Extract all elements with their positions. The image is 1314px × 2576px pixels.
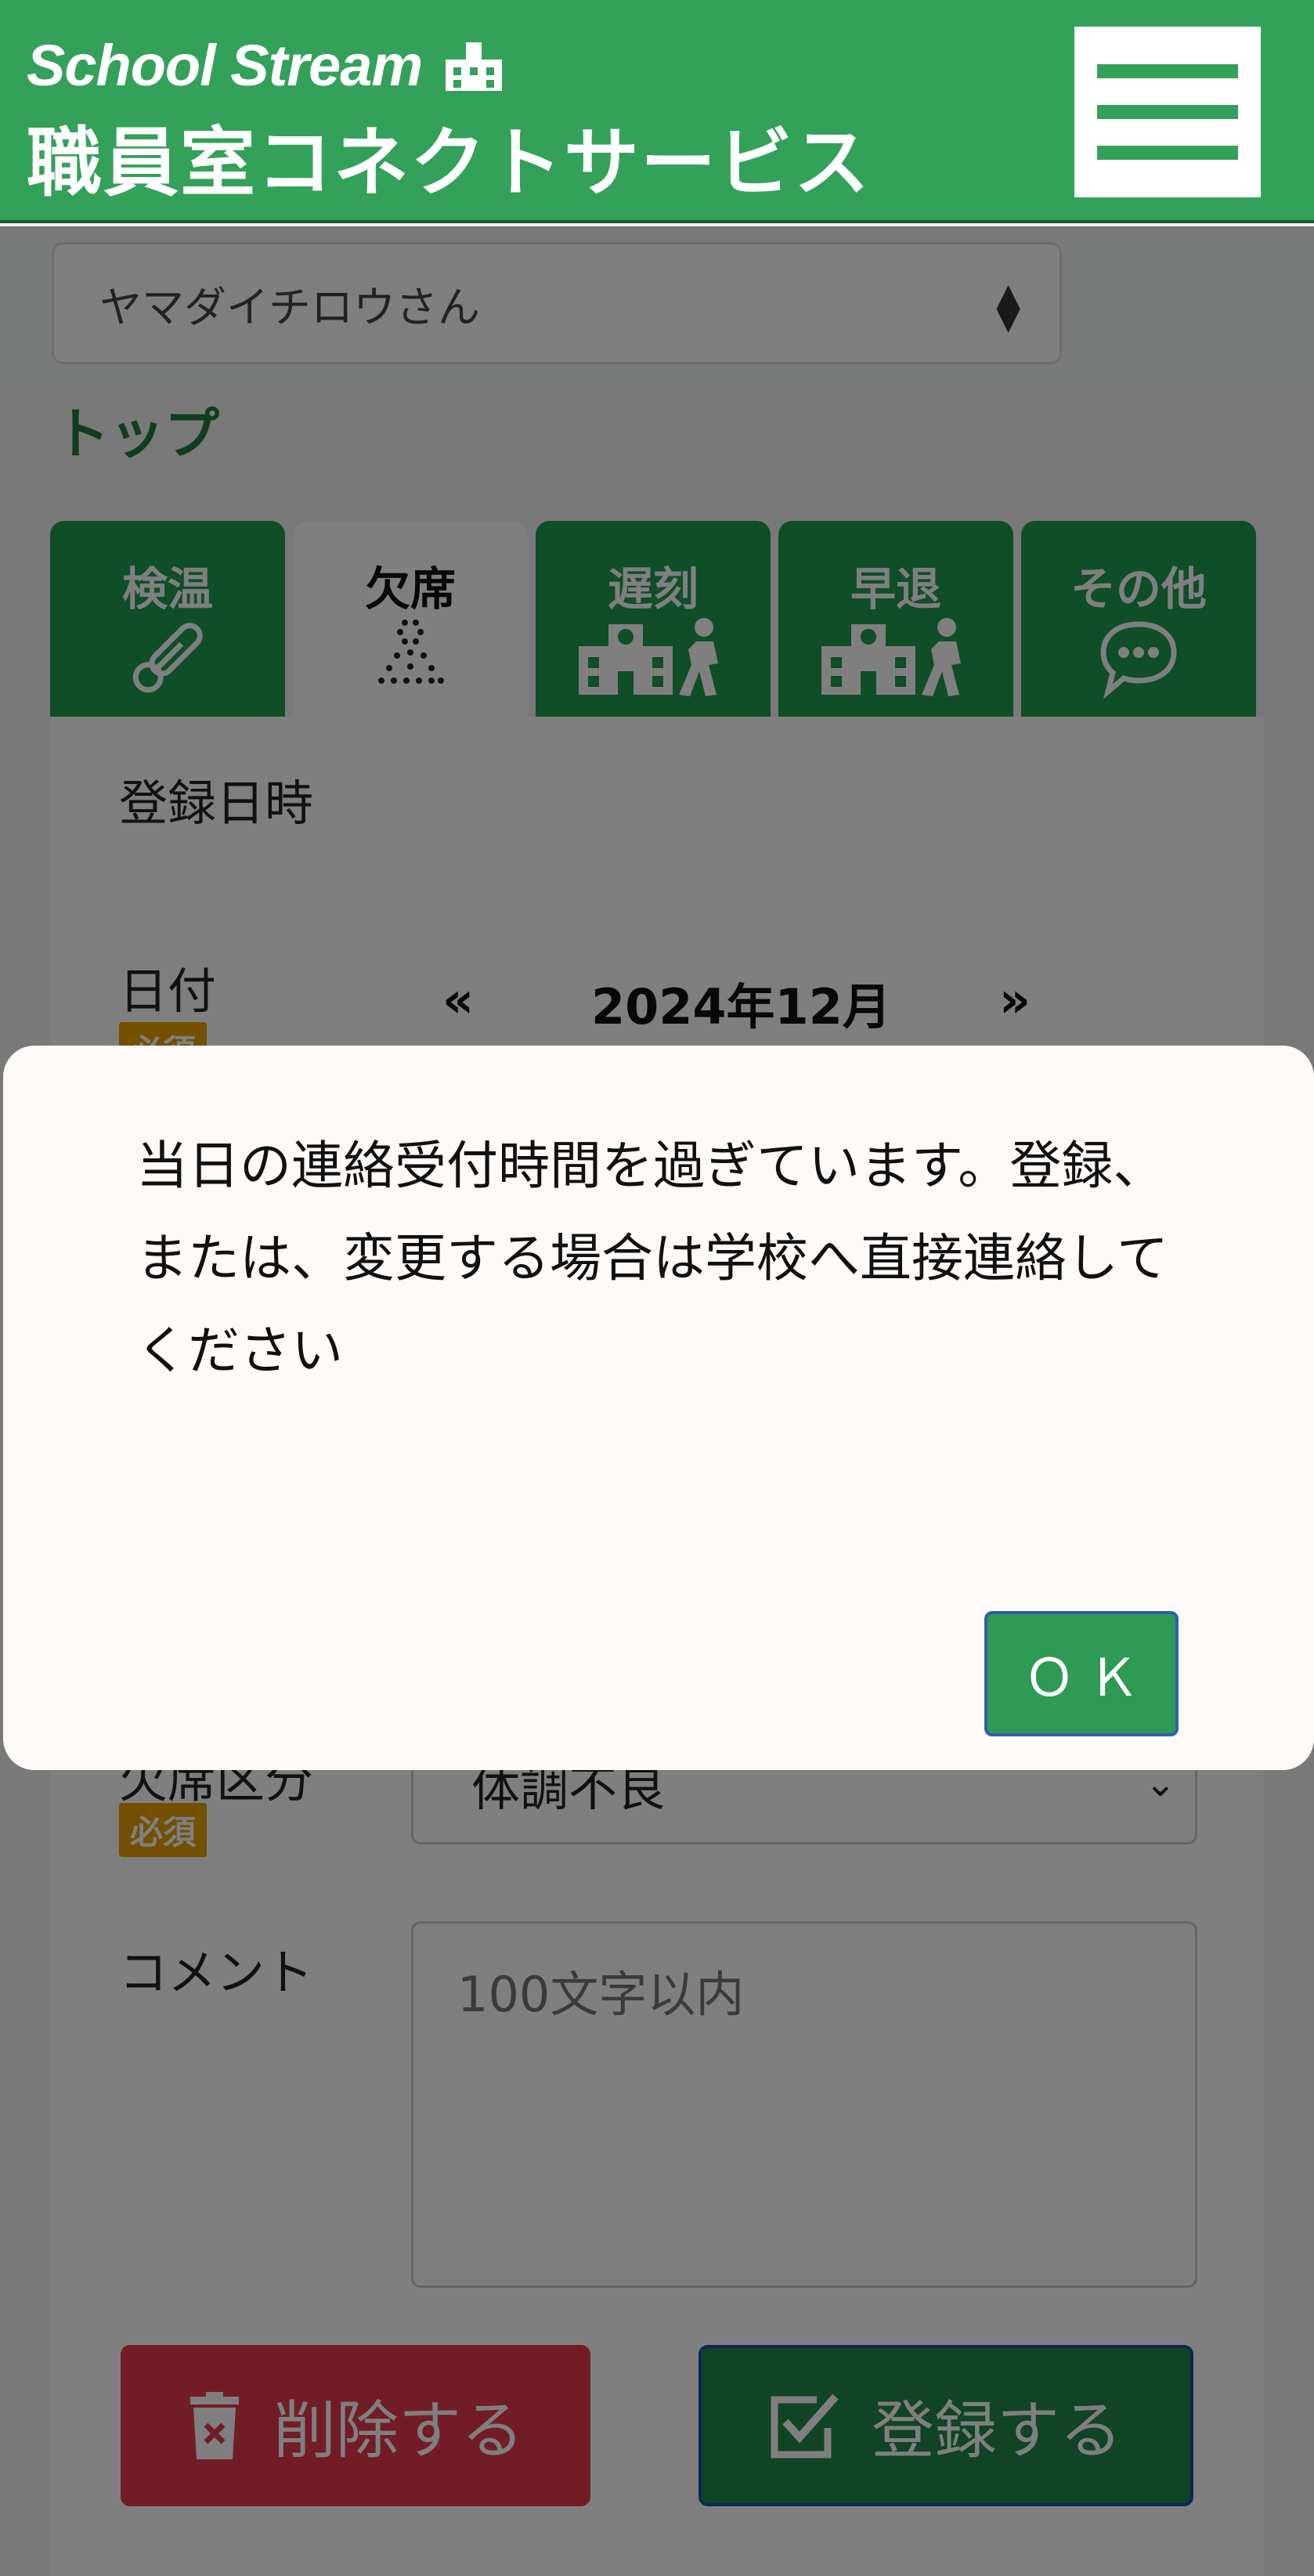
app-header: School Stream 職員室コネクトサービス: [0, 0, 1314, 223]
menu-line: [1097, 64, 1238, 78]
building-icon: [446, 42, 503, 91]
service-name: 職員室コネクトサービス: [27, 119, 871, 207]
menu-line: [1097, 146, 1238, 160]
ok-button[interactable]: ＯＫ: [984, 1611, 1179, 1736]
brand-name: School Stream: [27, 32, 423, 98]
alert-message: 当日の連絡受付時間を過ぎています。登録、または、変更する場合は学校へ直接連絡して…: [136, 1136, 1169, 1381]
brand-logo: School Stream 職員室コネクトサービス: [27, 30, 871, 211]
alert-dialog: 当日の連絡受付時間を過ぎています。登録、または、変更する場合は学校へ直接連絡して…: [3, 1046, 1314, 1770]
hamburger-menu-button[interactable]: [1074, 27, 1261, 197]
menu-line: [1097, 105, 1238, 119]
